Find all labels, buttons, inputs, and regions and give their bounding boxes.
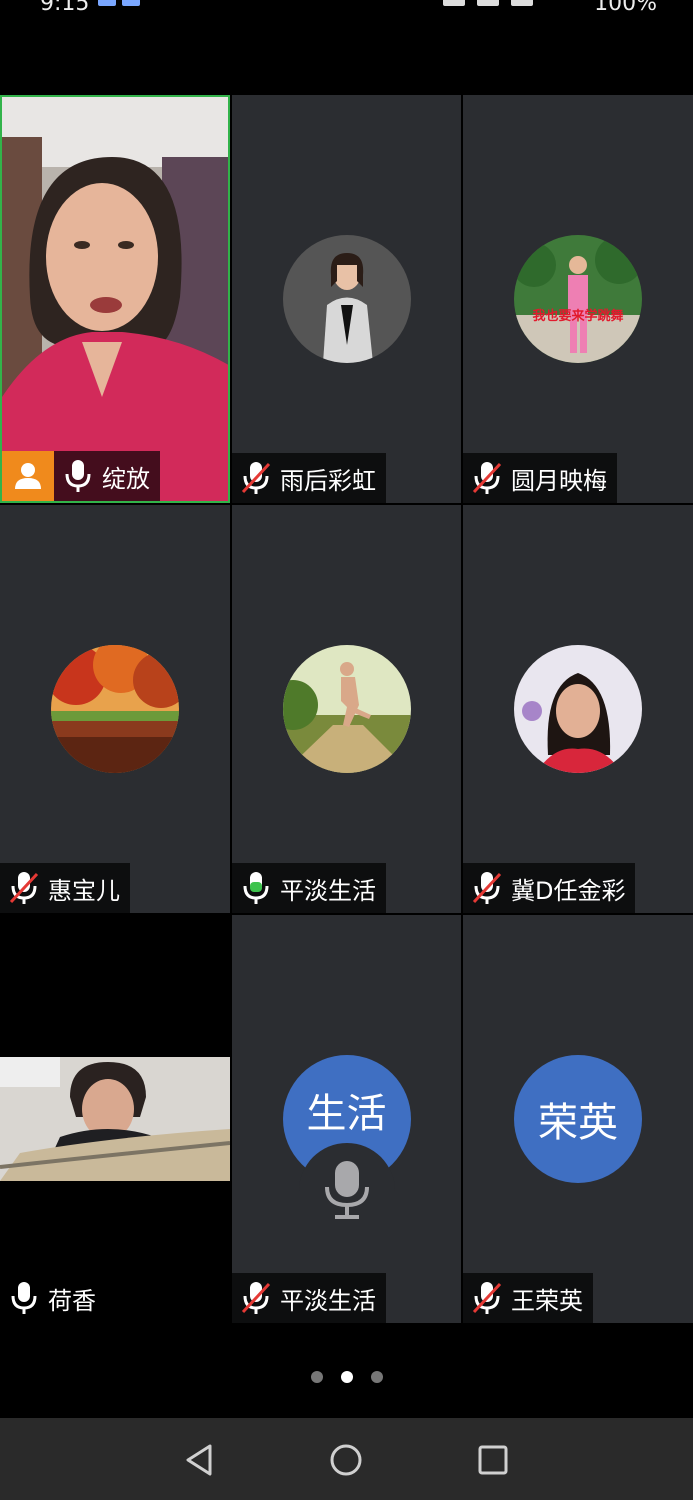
participant-avatar xyxy=(514,645,642,773)
participant-video xyxy=(0,1057,230,1181)
signal-icons xyxy=(443,0,533,6)
participant-tile[interactable]: 生活 平淡生活 xyxy=(232,915,461,1323)
participant-tile[interactable]: 惠宝儿 xyxy=(0,505,230,913)
participant-video xyxy=(2,97,228,501)
back-icon[interactable] xyxy=(180,1440,220,1480)
home-icon[interactable] xyxy=(326,1440,366,1480)
participant-name: 绽放 xyxy=(102,464,150,493)
participant-label: 冀D任金彩 xyxy=(463,863,636,913)
muted-microphone-icon xyxy=(241,1282,271,1314)
battery-percent: 100% xyxy=(594,0,657,14)
participant-tile[interactable]: 荷香 xyxy=(0,915,230,1323)
participant-avatar: 我也要来学跳舞 xyxy=(514,235,642,363)
avatar-initials: 荣英 xyxy=(538,1100,618,1146)
status-time: 9:15 xyxy=(40,0,90,14)
avatar-caption: 我也要来学跳舞 xyxy=(532,309,624,324)
participant-tile[interactable]: 绽放 xyxy=(0,95,230,503)
participant-label: 惠宝儿 xyxy=(0,863,130,913)
participant-name: 平淡生活 xyxy=(280,876,376,905)
participant-avatar xyxy=(282,645,411,773)
participant-label: 平淡生活 xyxy=(232,1273,386,1323)
participant-label: 圆月映梅 xyxy=(463,453,617,503)
microphone-icon xyxy=(324,1161,369,1219)
participant-tile[interactable]: 冀D任金彩 xyxy=(463,505,693,913)
participant-label: 平淡生活 xyxy=(232,863,386,913)
system-navigation-bar xyxy=(0,1418,693,1500)
status-bar: 9:15 100% xyxy=(0,0,693,14)
speaking-microphone-icon xyxy=(243,872,269,904)
participant-avatar xyxy=(282,235,411,363)
participant-name: 平淡生活 xyxy=(280,1286,376,1315)
page-dot[interactable] xyxy=(310,1371,323,1383)
participant-name: 圆月映梅 xyxy=(511,466,607,495)
microphone-icon xyxy=(11,1282,37,1314)
muted-microphone-icon xyxy=(241,462,271,494)
host-person-icon xyxy=(15,463,41,489)
notification-icons xyxy=(98,0,140,6)
microphone-icon xyxy=(65,460,91,492)
participant-grid: 绽放 雨后彩虹 我也要来学跳舞 圆月映梅 惠宝儿 平淡生活 冀D任金彩 荷香 生… xyxy=(0,95,693,1325)
participant-avatar: 荣英 xyxy=(514,1055,642,1183)
participant-tile[interactable]: 荣英 王荣英 xyxy=(463,915,693,1323)
participant-avatar xyxy=(51,645,179,773)
participant-label: 绽放 xyxy=(54,451,160,501)
page-dot[interactable] xyxy=(370,1371,383,1383)
participant-name: 冀D任金彩 xyxy=(511,876,626,905)
muted-microphone-icon xyxy=(9,872,39,904)
participant-tile[interactable]: 雨后彩虹 xyxy=(232,95,461,503)
participant-tile[interactable]: 我也要来学跳舞 圆月映梅 xyxy=(463,95,693,503)
muted-microphone-icon xyxy=(472,872,502,904)
participant-tile[interactable]: 平淡生活 xyxy=(232,505,461,913)
participant-label: 雨后彩虹 xyxy=(232,453,386,503)
participant-name: 荷香 xyxy=(48,1286,96,1315)
page-indicator[interactable] xyxy=(0,1371,693,1383)
participant-name: 雨后彩虹 xyxy=(280,466,376,495)
muted-microphone-icon xyxy=(472,462,502,494)
muted-microphone-icon xyxy=(472,1282,502,1314)
speaking-overlay xyxy=(298,1143,395,1223)
host-badge xyxy=(2,451,54,501)
participant-label: 荷香 xyxy=(0,1273,106,1323)
recents-icon[interactable] xyxy=(473,1440,513,1480)
participant-name: 惠宝儿 xyxy=(48,876,120,905)
avatar-initials: 生活 xyxy=(306,1091,387,1137)
page-dot-current[interactable] xyxy=(340,1371,353,1383)
participant-label: 王荣英 xyxy=(463,1273,593,1323)
participant-name: 王荣英 xyxy=(511,1286,583,1315)
